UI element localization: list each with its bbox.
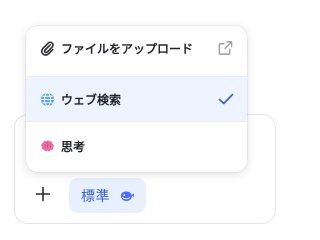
mode-chip-label: 標準 [81, 188, 110, 205]
menu-item-label: ウェブ検索 [61, 92, 122, 107]
whale-icon [119, 189, 135, 203]
mode-chip-standard[interactable]: 標準 [69, 178, 146, 213]
menu-item-thinking[interactable]: 思考 [26, 124, 247, 168]
paperclip-icon [39, 40, 55, 56]
plus-icon [35, 186, 51, 206]
menu-divider [26, 121, 247, 122]
plus-button[interactable] [28, 180, 58, 212]
app-stage: 標準 ファイルをアップロード ウェブ検索 思考 [0, 0, 276, 237]
brain-icon [39, 138, 55, 154]
external-link-icon [217, 40, 234, 57]
menu-item-upload-file[interactable]: ファイルをアップロード [26, 26, 247, 70]
globe-icon [39, 91, 55, 107]
attachment-menu: ファイルをアップロード ウェブ検索 思考 [26, 26, 247, 172]
menu-item-web-search[interactable]: ウェブ検索 [26, 77, 247, 121]
menu-item-label: 思考 [61, 139, 86, 154]
checkmark-icon [218, 92, 234, 106]
menu-item-label: ファイルをアップロード [61, 41, 194, 56]
